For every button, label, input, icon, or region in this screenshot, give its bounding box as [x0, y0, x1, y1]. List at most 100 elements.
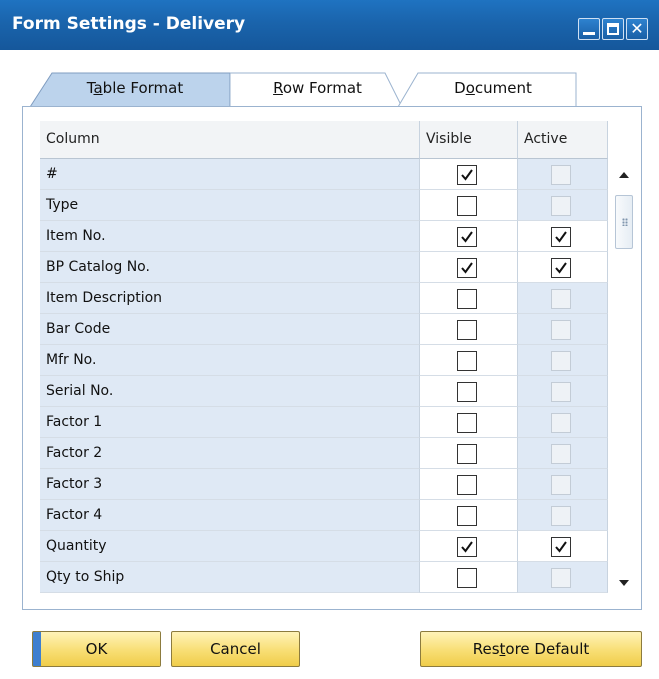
visible-checkbox[interactable]: [457, 413, 477, 433]
visible-checkbox[interactable]: [457, 320, 477, 340]
table-row: #: [40, 159, 613, 190]
row-column-name: Mfr No.: [40, 345, 420, 376]
row-column-name: Item Description: [40, 283, 420, 314]
vertical-scrollbar[interactable]: [614, 159, 634, 593]
table-row: Qty to Ship: [40, 562, 613, 593]
grid-header: Column Visible Active: [40, 121, 613, 159]
visible-checkbox[interactable]: [457, 568, 477, 588]
active-cell: [518, 531, 608, 562]
active-checkbox[interactable]: [551, 258, 571, 278]
table-row: Serial No.: [40, 376, 613, 407]
active-checkbox: [551, 351, 571, 371]
visible-checkbox[interactable]: [457, 444, 477, 464]
header-column[interactable]: Column: [40, 121, 420, 159]
visible-checkbox[interactable]: [457, 475, 477, 495]
title-bar[interactable]: Form Settings - Delivery ✕: [0, 0, 659, 50]
active-cell: [518, 438, 608, 469]
maximize-icon[interactable]: [602, 18, 624, 40]
checkmark-icon: [461, 541, 473, 553]
visible-checkbox[interactable]: [457, 382, 477, 402]
row-column-name: Type: [40, 190, 420, 221]
tab-label: Document: [454, 79, 532, 97]
grid-rows: # Type Item No. BP Catalog No. Item Descript…: [40, 159, 613, 593]
active-cell: [518, 376, 608, 407]
grip-icon: [622, 218, 628, 226]
header-visible[interactable]: Visible: [420, 121, 518, 159]
tab-bar: Table Format Row Format Document: [30, 71, 590, 107]
visible-cell: [420, 407, 518, 438]
window-title: Form Settings - Delivery: [12, 14, 246, 34]
active-checkbox: [551, 444, 571, 464]
cancel-button[interactable]: Cancel: [171, 631, 300, 667]
visible-cell: [420, 469, 518, 500]
restore-default-button[interactable]: Restore Default: [420, 631, 642, 667]
active-checkbox: [551, 196, 571, 216]
active-checkbox: [551, 475, 571, 495]
table-row: Factor 3: [40, 469, 613, 500]
row-column-name: Qty to Ship: [40, 562, 420, 593]
row-column-name: Factor 3: [40, 469, 420, 500]
visible-cell: [420, 562, 518, 593]
visible-checkbox[interactable]: [457, 196, 477, 216]
scroll-down-arrow-icon[interactable]: [616, 575, 632, 591]
tab-row-format[interactable]: Row Format: [230, 71, 405, 107]
minimize-icon[interactable]: [578, 18, 600, 40]
row-column-name: Serial No.: [40, 376, 420, 407]
table-row: Factor 1: [40, 407, 613, 438]
visible-cell: [420, 252, 518, 283]
tab-document[interactable]: Document: [398, 71, 588, 107]
checkmark-icon: [555, 231, 567, 243]
table-row: Mfr No.: [40, 345, 613, 376]
table-row: Bar Code: [40, 314, 613, 345]
visible-checkbox[interactable]: [457, 289, 477, 309]
active-checkbox: [551, 413, 571, 433]
visible-checkbox[interactable]: [457, 537, 477, 557]
active-cell: [518, 500, 608, 531]
active-cell: [518, 469, 608, 500]
visible-cell: [420, 159, 518, 190]
visible-checkbox[interactable]: [457, 351, 477, 371]
table-row: Item Description: [40, 283, 613, 314]
tab-label: Row Format: [273, 79, 362, 97]
active-checkbox: [551, 382, 571, 402]
visible-cell: [420, 500, 518, 531]
active-cell: [518, 221, 608, 252]
scroll-up-arrow-icon[interactable]: [616, 167, 632, 183]
scroll-thumb[interactable]: [615, 195, 633, 249]
active-checkbox: [551, 320, 571, 340]
row-column-name: #: [40, 159, 420, 190]
row-column-name: BP Catalog No.: [40, 252, 420, 283]
form-settings-window: Form Settings - Delivery ✕ Table Format …: [0, 0, 659, 679]
visible-checkbox[interactable]: [457, 227, 477, 247]
visible-cell: [420, 221, 518, 252]
active-cell: [518, 407, 608, 438]
table-row: BP Catalog No.: [40, 252, 613, 283]
visible-checkbox[interactable]: [457, 506, 477, 526]
active-cell: [518, 159, 608, 190]
visible-cell: [420, 190, 518, 221]
active-checkbox: [551, 165, 571, 185]
visible-cell: [420, 283, 518, 314]
visible-checkbox[interactable]: [457, 165, 477, 185]
table-row: Type: [40, 190, 613, 221]
active-cell: [518, 562, 608, 593]
close-icon[interactable]: ✕: [626, 18, 648, 40]
table-row: Item No.: [40, 221, 613, 252]
checkmark-icon: [555, 541, 567, 553]
visible-cell: [420, 531, 518, 562]
checkmark-icon: [461, 231, 473, 243]
active-checkbox[interactable]: [551, 537, 571, 557]
active-checkbox[interactable]: [551, 227, 571, 247]
active-cell: [518, 314, 608, 345]
active-checkbox: [551, 289, 571, 309]
row-column-name: Factor 2: [40, 438, 420, 469]
row-column-name: Quantity: [40, 531, 420, 562]
checkmark-icon: [461, 262, 473, 274]
active-cell: [518, 345, 608, 376]
ok-button[interactable]: OK: [32, 631, 161, 667]
header-active[interactable]: Active: [518, 121, 608, 159]
visible-checkbox[interactable]: [457, 258, 477, 278]
tab-table-format[interactable]: Table Format: [30, 71, 240, 107]
active-checkbox: [551, 568, 571, 588]
table-row: Factor 4: [40, 500, 613, 531]
